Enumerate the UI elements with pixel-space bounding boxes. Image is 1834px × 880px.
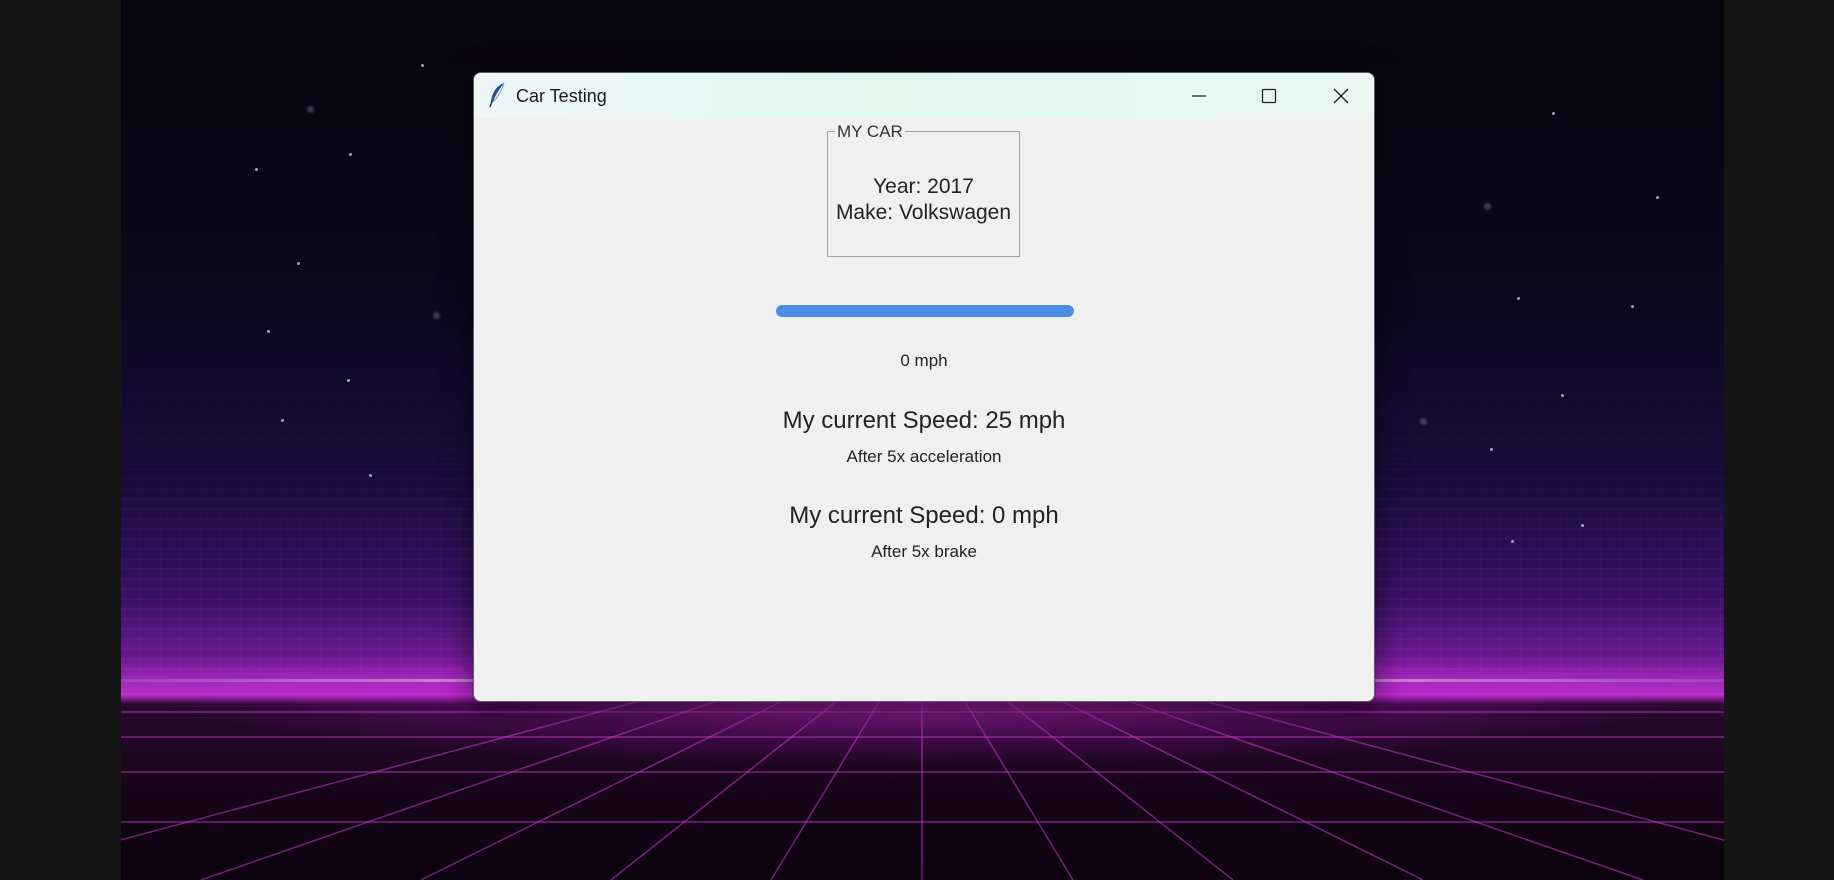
frame-caption: MY CAR bbox=[835, 122, 905, 142]
maximize-button[interactable] bbox=[1234, 73, 1304, 118]
feather-icon bbox=[489, 82, 505, 108]
window-title: Car Testing bbox=[516, 86, 607, 106]
window-content: MY CAR Year: 2017 Make: Volkswagen 0 mph… bbox=[474, 118, 1374, 701]
car-year-label: Year: 2017 bbox=[873, 175, 974, 198]
speed-progress-bar bbox=[776, 305, 1074, 317]
car-make-label: Make: Volkswagen bbox=[835, 201, 1012, 224]
minimize-icon bbox=[1192, 94, 1206, 97]
desktop: Car Testing MY CAR Year: 2017 Make: Volk… bbox=[0, 0, 1834, 880]
title-bar[interactable]: Car Testing bbox=[474, 73, 1374, 118]
speed-progress-fill bbox=[776, 305, 1074, 317]
maximize-icon bbox=[1261, 88, 1277, 103]
brake-speed-text: My current Speed: 0 mph bbox=[789, 502, 1059, 529]
brake-caption: After 5x brake bbox=[871, 542, 977, 561]
close-icon bbox=[1333, 88, 1349, 103]
car-testing-window: Car Testing MY CAR Year: 2017 Make: Volk… bbox=[473, 72, 1375, 702]
close-button[interactable] bbox=[1306, 73, 1374, 118]
my-car-frame: MY CAR Year: 2017 Make: Volkswagen bbox=[827, 122, 1020, 257]
wallpaper-floor-grid bbox=[121, 682, 1724, 880]
acceleration-caption: After 5x acceleration bbox=[846, 447, 1002, 466]
speed-meter-label: 0 mph bbox=[900, 351, 948, 370]
acceleration-speed-text: My current Speed: 25 mph bbox=[782, 407, 1066, 434]
minimize-button[interactable] bbox=[1164, 73, 1234, 118]
